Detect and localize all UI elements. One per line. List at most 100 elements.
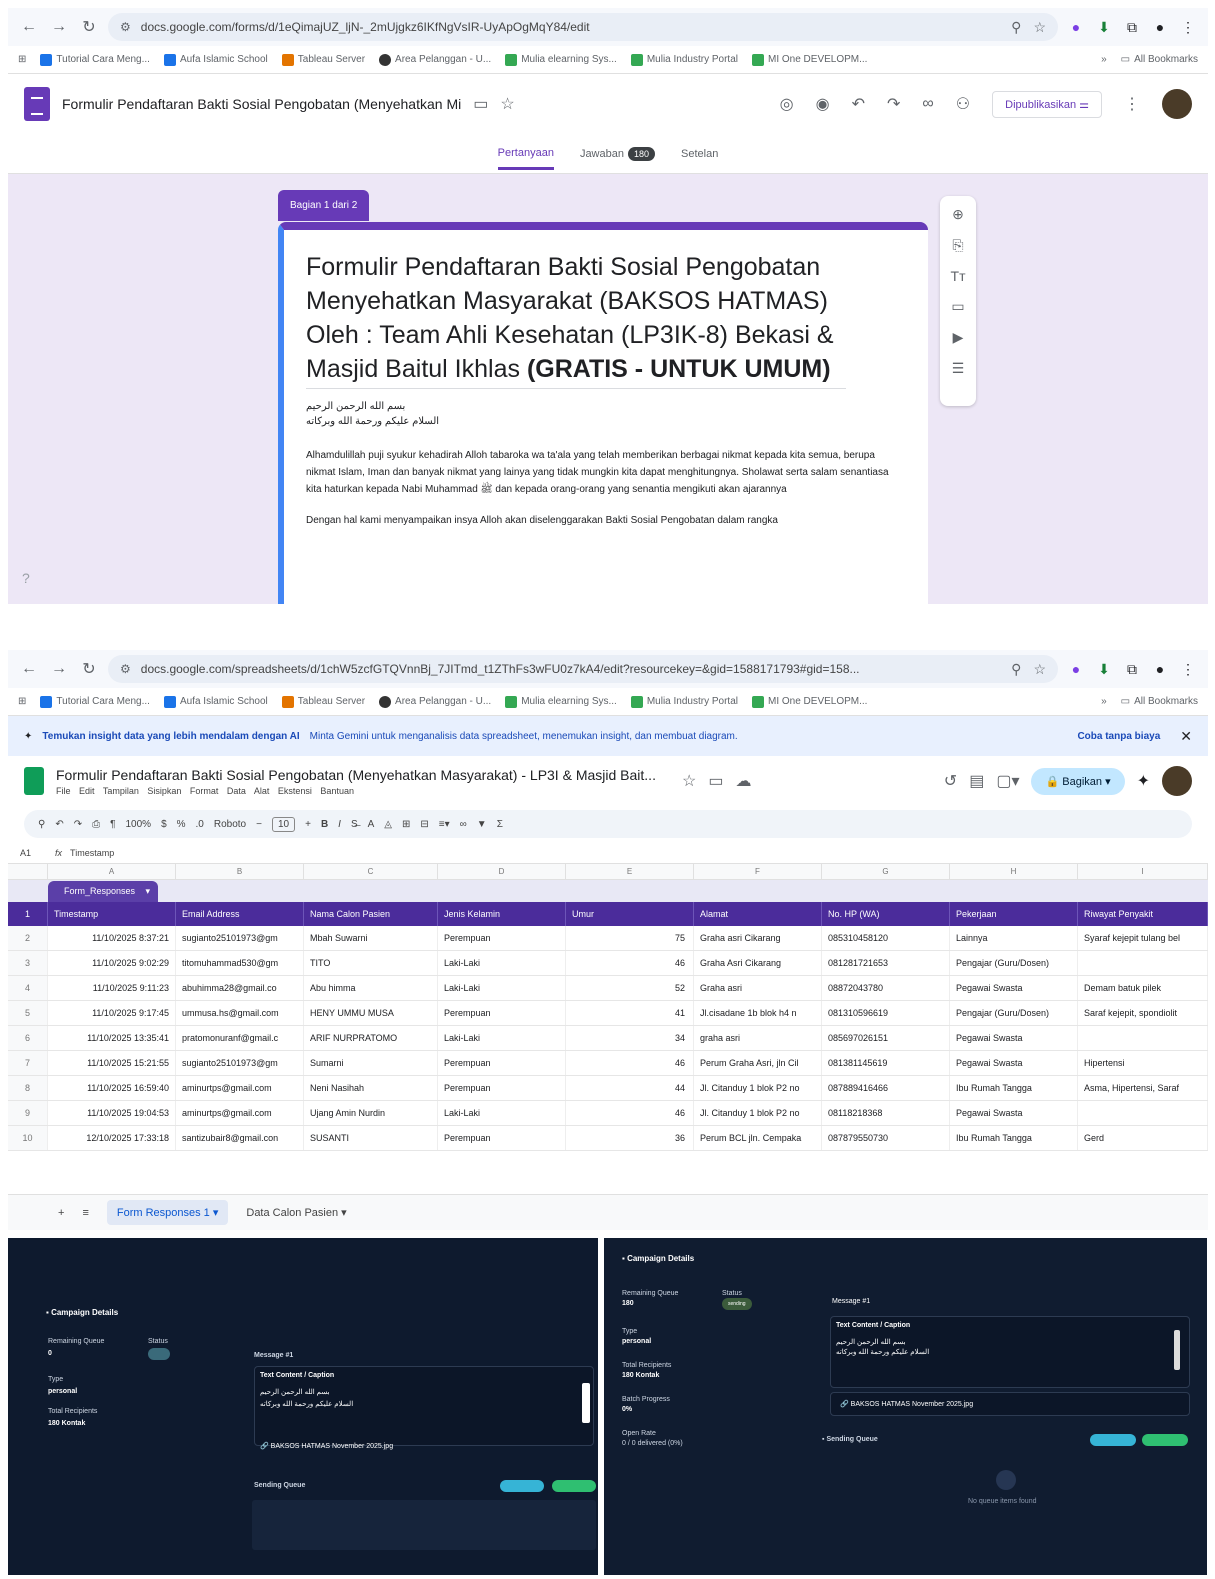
table-cell[interactable]: 46 [566,951,694,975]
table-cell[interactable]: Sumarni [304,1051,438,1075]
add-sheet-icon[interactable]: + [58,1207,64,1219]
star-icon[interactable]: ☆ [500,94,514,114]
sheet-tab-form-responses[interactable]: Form Responses 1 ▾ [106,1200,229,1225]
palette-icon[interactable]: ◎ [780,94,794,114]
form-description-2[interactable]: Dengan hal kami menyampaikan insya Alloh… [306,512,906,529]
table-cell[interactable]: Pegawai Swasta [950,976,1078,1000]
table-cell[interactable]: 46 [566,1051,694,1075]
table-cell[interactable]: 11/10/2025 13:35:41 [48,1026,176,1050]
bookmark-item[interactable]: Tutorial Cara Meng... [40,53,150,66]
refresh-button[interactable] [1090,1434,1136,1446]
column-letter[interactable]: H [950,864,1078,879]
redo-icon[interactable]: ↷ [74,819,82,830]
table-cell[interactable]: 081381145619 [822,1051,950,1075]
table-cell[interactable]: ARIF NURPRATOMO [304,1026,438,1050]
extension-icon[interactable]: ● [1066,661,1086,677]
table-cell[interactable]: 081310596619 [822,1001,950,1025]
extension-icon[interactable]: ● [1066,19,1086,35]
address-bar[interactable]: ⚙ docs.google.com/forms/d/1eQimajUZ_ljN-… [108,13,1058,41]
table-cell[interactable]: aminurtps@gmail.com [176,1101,304,1125]
table-cell[interactable]: Pengajar (Guru/Dosen) [950,1001,1078,1025]
form-title[interactable]: Formulir Pendaftaran Bakti Sosial Pengob… [306,250,846,386]
table-cell[interactable]: Graha asri [694,976,822,1000]
table-cell[interactable]: Laki-Laki [438,1101,566,1125]
bookmark-item[interactable]: Mulia elearning Sys... [505,53,617,66]
avatar[interactable] [1162,766,1192,796]
table-cell[interactable] [1078,951,1208,975]
table-row[interactable]: 6 11/10/2025 13:35:41 pratomonuranf@gmail.… [8,1026,1208,1051]
bookmarks-overflow-icon[interactable]: » [1101,54,1107,65]
menu-icon[interactable]: ⋮ [1178,661,1198,678]
forward-icon[interactable]: → [48,660,70,678]
history-icon[interactable]: ↺ [944,771,957,791]
table-row[interactable]: 10 12/10/2025 17:33:18 santizubair8@gmail.… [8,1126,1208,1151]
all-sheets-icon[interactable]: ≡ [82,1207,88,1219]
column-letter[interactable]: F [694,864,822,879]
font-size-increase[interactable]: + [305,819,311,830]
table-cell[interactable]: 44 [566,1076,694,1100]
link-icon[interactable]: ∞ [922,95,933,113]
merge-icon[interactable]: ⊟ [420,819,428,830]
table-cell[interactable]: Perempuan [438,1126,566,1150]
resend-button[interactable] [552,1480,596,1492]
profile-icon[interactable]: ● [1150,19,1170,35]
add-section-icon[interactable]: ☰ [952,360,965,377]
column-letter[interactable]: D [438,864,566,879]
table-cell[interactable]: Ibu Rumah Tangga [950,1126,1078,1150]
table-cell[interactable]: sugianto25101973@gm [176,926,304,950]
table-cell[interactable]: abuhimma28@gmail.co [176,976,304,1000]
row-number[interactable]: 2 [8,926,48,950]
bookmark-item[interactable]: Area Pelanggan - U... [379,53,491,66]
table-cell[interactable]: sugianto25101973@gm [176,1051,304,1075]
table-cell[interactable]: 11/10/2025 9:17:45 [48,1001,176,1025]
table-cell[interactable]: 41 [566,1001,694,1025]
table-cell[interactable]: 11/10/2025 9:02:29 [48,951,176,975]
table-cell[interactable]: Ibu Rumah Tangga [950,1076,1078,1100]
table-cell[interactable]: 11/10/2025 19:04:53 [48,1101,176,1125]
add-video-icon[interactable]: ▶ [953,329,964,346]
zoom-icon[interactable]: ⚲ [1011,19,1021,36]
table-cell[interactable]: ummusa.hs@gmail.com [176,1001,304,1025]
table-cell[interactable]: Perempuan [438,1076,566,1100]
table-cell[interactable]: santizubair8@gmail.con [176,1126,304,1150]
table-cell[interactable]: Asma, Hipertensi, Saraf [1078,1076,1208,1100]
bookmark-item[interactable]: MI One DEVELOPM... [751,53,867,66]
menu-icon[interactable]: ⋮ [1178,19,1198,36]
caption-scrollbar[interactable] [582,1383,590,1423]
zoom-select[interactable]: 100% [125,819,151,830]
currency-icon[interactable]: $ [161,819,167,830]
help-icon[interactable]: ? [22,570,30,586]
bookmark-item[interactable]: Area Pelanggan - U... [379,695,491,708]
tab-responses[interactable]: Jawaban 180 [580,146,656,161]
table-cell[interactable]: 36 [566,1126,694,1150]
extensions-puzzle-icon[interactable]: ⧉ [1122,661,1142,678]
table-cell[interactable]: Perum Graha Asri, jln Cil [694,1051,822,1075]
header-cell[interactable]: Email Address [176,902,304,926]
table-cell[interactable]: Perum BCL jln. Cempaka [694,1126,822,1150]
column-letter[interactable]: A [48,864,176,879]
download-icon[interactable]: ⬇ [1094,661,1114,678]
row-number[interactable]: 8 [8,1076,48,1100]
bookmark-item[interactable]: Aufa Islamic School [163,695,268,708]
table-cell[interactable]: Perempuan [438,1051,566,1075]
link-icon[interactable]: ∞ [460,819,467,830]
bookmarks-overflow-icon[interactable]: » [1101,696,1107,707]
row-number[interactable]: 7 [8,1051,48,1075]
forward-icon[interactable]: → [48,18,70,36]
table-cell[interactable]: Saraf kejepit, spondiolit [1078,1001,1208,1025]
table-cell[interactable]: Pegawai Swasta [950,1101,1078,1125]
table-cell[interactable]: 34 [566,1026,694,1050]
table-cell[interactable]: Laki-Laki [438,951,566,975]
column-letter[interactable]: B [176,864,304,879]
table-row[interactable]: 2 11/10/2025 8:37:21 sugianto25101973@gm Mb… [8,926,1208,951]
table-cell[interactable]: 11/10/2025 8:37:21 [48,926,176,950]
add-image-icon[interactable]: ▭ [951,298,964,315]
table-cell[interactable]: titomuhammad530@gm [176,951,304,975]
sheet-doc-title[interactable]: Formulir Pendaftaran Bakti Sosial Pengob… [56,767,656,783]
table-cell[interactable]: SUSANTI [304,1126,438,1150]
column-letter[interactable]: G [822,864,950,879]
header-cell[interactable]: Nama Calon Pasien [304,902,438,926]
bookmark-item[interactable]: Mulia Industry Portal [630,53,738,66]
bookmark-item[interactable]: Tutorial Cara Meng... [40,695,150,708]
header-cell[interactable]: No. HP (WA) [822,902,950,926]
